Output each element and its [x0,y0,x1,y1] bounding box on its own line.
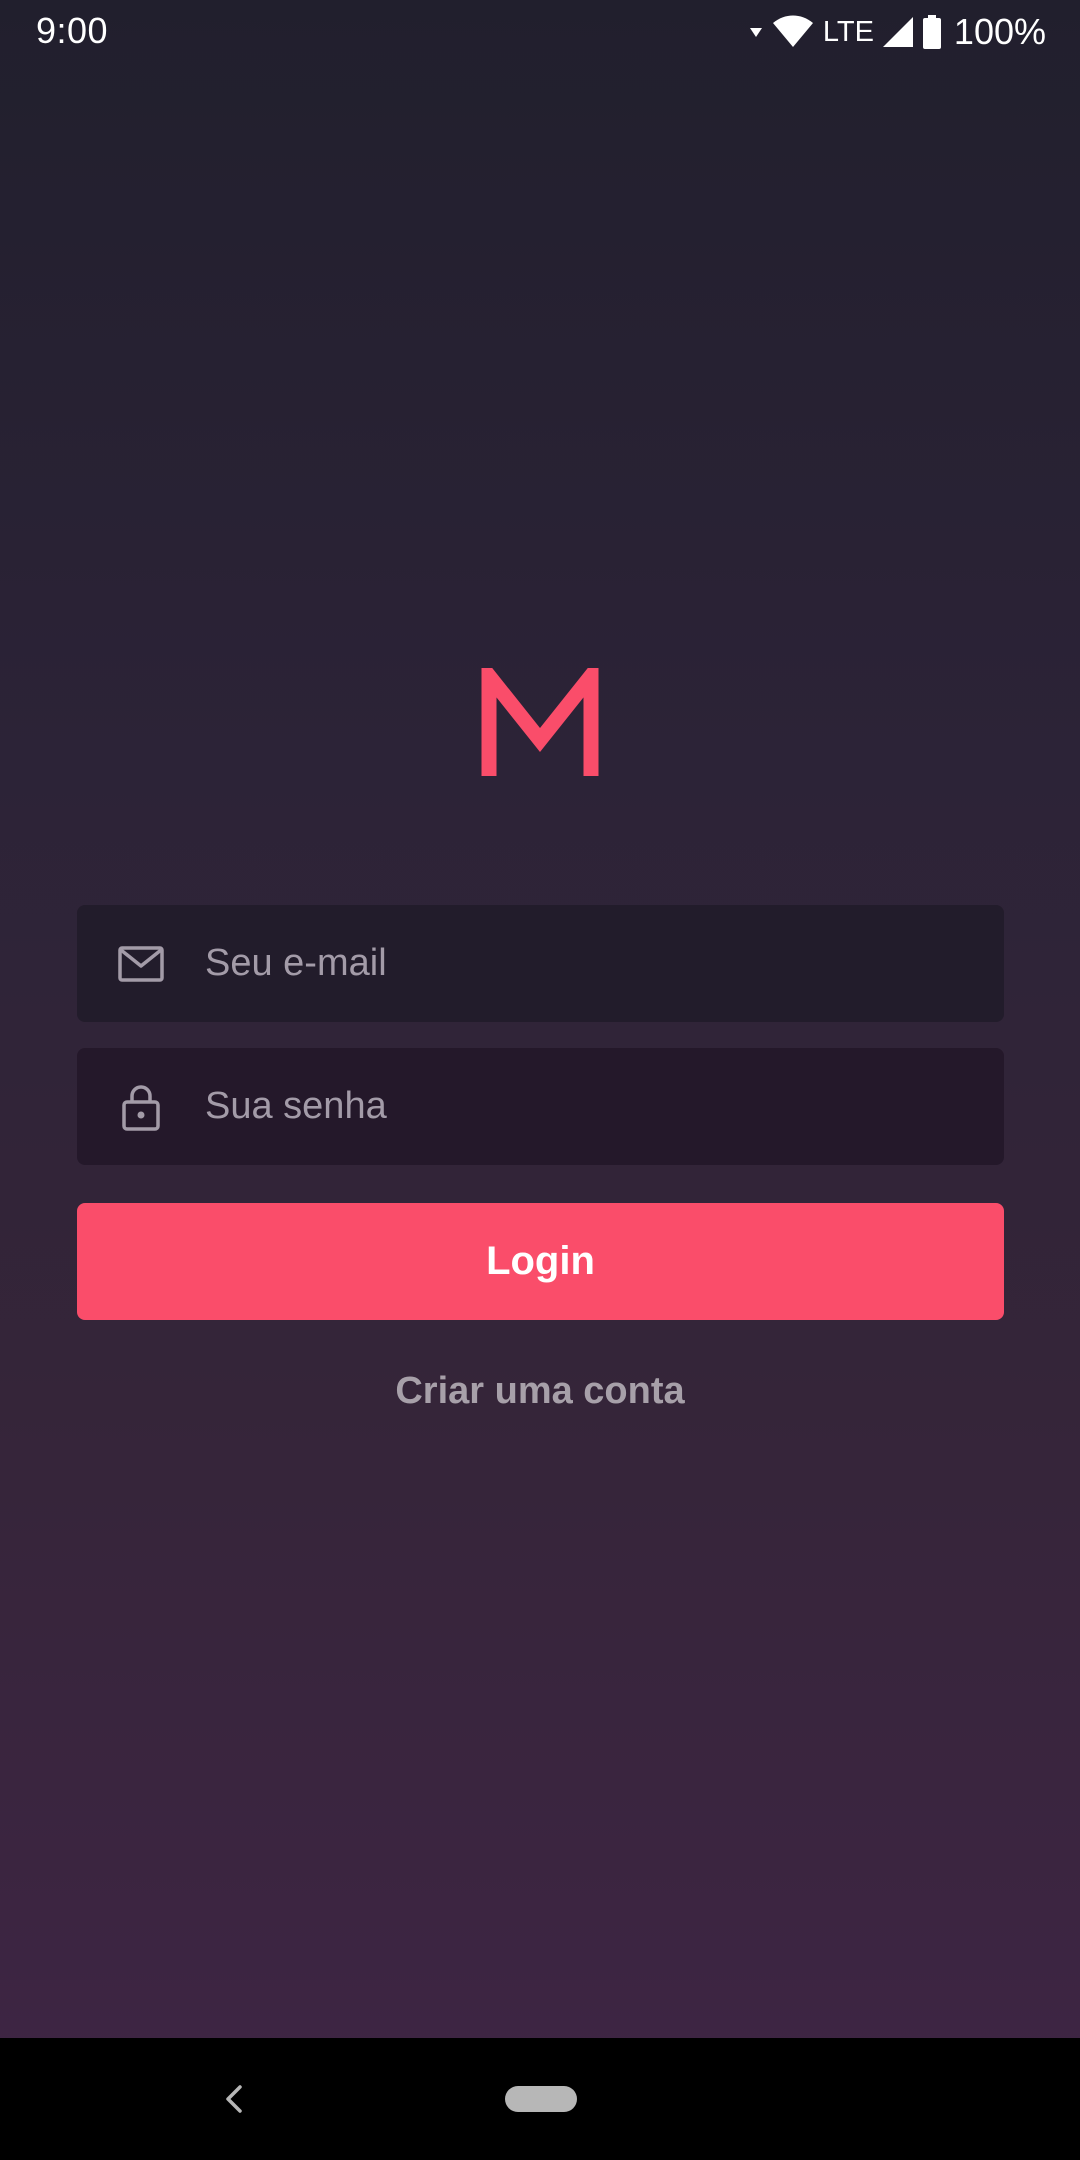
status-time: 9:00 [36,10,109,51]
mail-icon [117,940,165,988]
password-input[interactable] [205,1048,1004,1165]
network-type: LTE [822,15,874,48]
battery-percent: 100% [953,11,1046,52]
app-logo [480,654,600,780]
wifi-icon [772,15,813,47]
logo-m-icon [481,654,599,776]
login-button[interactable]: Login [77,1203,1004,1320]
login-screen: 9:00 LTE 100% Seu e-mail Login Criar uma… [0,0,1080,2160]
home-pill[interactable] [505,2086,577,2112]
data-arrow-icon [749,28,762,37]
back-icon[interactable] [214,2076,254,2122]
email-field[interactable] [77,905,1004,1022]
cell-signal-icon [882,17,913,47]
create-account-link[interactable]: Criar uma conta [0,1370,1080,1413]
navigation-bar [0,2038,1080,2160]
email-input[interactable] [205,905,1004,1022]
lock-icon [117,1083,165,1131]
battery-icon [922,15,941,49]
status-bar: 9:00 LTE 100% [0,0,1080,64]
status-icons: LTE 100% [749,8,1046,56]
password-field[interactable] [77,1048,1004,1165]
